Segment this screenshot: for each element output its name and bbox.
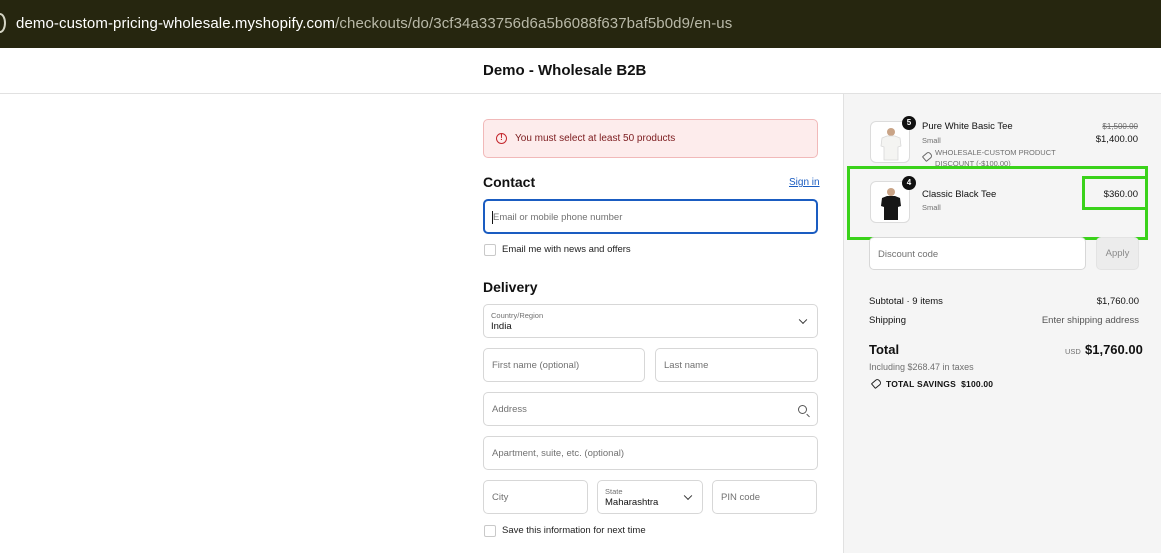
shop-header: Demo - Wholesale B2B	[0, 48, 1161, 94]
email-input[interactable]: Email or mobile phone number	[483, 199, 818, 234]
pin-code-placeholder: PIN code	[721, 492, 761, 503]
total-currency: USD	[1065, 347, 1081, 356]
error-icon: !	[496, 133, 507, 144]
url-path: /checkouts/do/3cf34a33756d6a5b6088f637ba…	[335, 15, 733, 32]
apartment-input[interactable]: Apartment, suite, etc. (optional)	[483, 436, 818, 470]
sign-in-link[interactable]: Sign in	[789, 177, 820, 188]
url-host: demo-custom-pricing-wholesale.myshopify.…	[16, 15, 336, 32]
apply-discount-button[interactable]: Apply	[1096, 237, 1139, 270]
total-savings: TOTAL SAVINGS $100.00	[886, 379, 993, 389]
last-name-placeholder: Last name	[664, 360, 709, 371]
apartment-placeholder: Apartment, suite, etc. (optional)	[492, 448, 625, 459]
item-original-price: $1,500.00	[1102, 122, 1138, 131]
url-text[interactable]: demo-custom-pricing-wholesale.myshopify.…	[16, 15, 732, 32]
shop-title[interactable]: Demo - Wholesale B2B	[483, 62, 646, 79]
state-select[interactable]: State Maharashtra	[597, 480, 703, 514]
error-banner: ! You must select at least 50 products	[483, 119, 818, 158]
item-name: Pure White Basic Tee	[922, 121, 1013, 132]
delivery-title: Delivery	[483, 279, 538, 295]
search-icon	[798, 405, 807, 414]
discount-code-input[interactable]: Discount code	[869, 237, 1086, 270]
discount-code-placeholder: Discount code	[878, 249, 939, 260]
subtotal-value: $1,760.00	[1096, 296, 1139, 307]
total-savings-value: $100.00	[961, 379, 994, 389]
save-info-checkbox[interactable]	[484, 525, 496, 537]
first-name-placeholder: First name (optional)	[492, 360, 580, 371]
subtotal-label: Subtotal · 9 items	[869, 296, 943, 307]
country-label: Country/Region	[491, 311, 544, 320]
chevron-down-icon	[683, 491, 693, 501]
highlight-box-price	[1082, 176, 1148, 210]
state-label: State	[605, 487, 623, 496]
news-checkbox[interactable]	[484, 244, 496, 256]
shipping-label: Shipping	[869, 315, 906, 326]
item-price: $1,400.00	[1095, 134, 1138, 145]
pin-code-input[interactable]: PIN code	[712, 480, 817, 514]
country-select[interactable]: Country/Region India	[483, 304, 818, 338]
address-input[interactable]: Address	[483, 392, 818, 426]
city-input[interactable]: City	[483, 480, 588, 514]
quantity-badge: 5	[902, 116, 916, 130]
state-value: Maharashtra	[605, 497, 659, 508]
save-info-label: Save this information for next time	[502, 525, 646, 536]
first-name-input[interactable]: First name (optional)	[483, 348, 645, 382]
site-info-icon[interactable]	[0, 13, 6, 33]
tax-note: Including $268.47 in taxes	[869, 362, 974, 372]
total-value: $1,760.00	[1085, 342, 1143, 357]
news-checkbox-label: Email me with news and offers	[502, 244, 631, 255]
contact-title: Contact	[483, 174, 536, 190]
shipping-value: Enter shipping address	[1041, 315, 1139, 326]
country-value: India	[491, 321, 512, 332]
total-savings-label: TOTAL SAVINGS	[886, 379, 956, 389]
address-placeholder: Address	[492, 404, 527, 415]
last-name-input[interactable]: Last name	[655, 348, 818, 382]
browser-url-bar[interactable]: demo-custom-pricing-wholesale.myshopify.…	[0, 0, 1161, 48]
total-label: Total	[869, 342, 900, 357]
email-placeholder: Email or mobile phone number	[493, 212, 623, 223]
chevron-down-icon	[798, 315, 808, 325]
error-message: You must select at least 50 products	[515, 133, 676, 144]
city-placeholder: City	[492, 492, 509, 503]
item-variant: Small	[922, 136, 941, 145]
